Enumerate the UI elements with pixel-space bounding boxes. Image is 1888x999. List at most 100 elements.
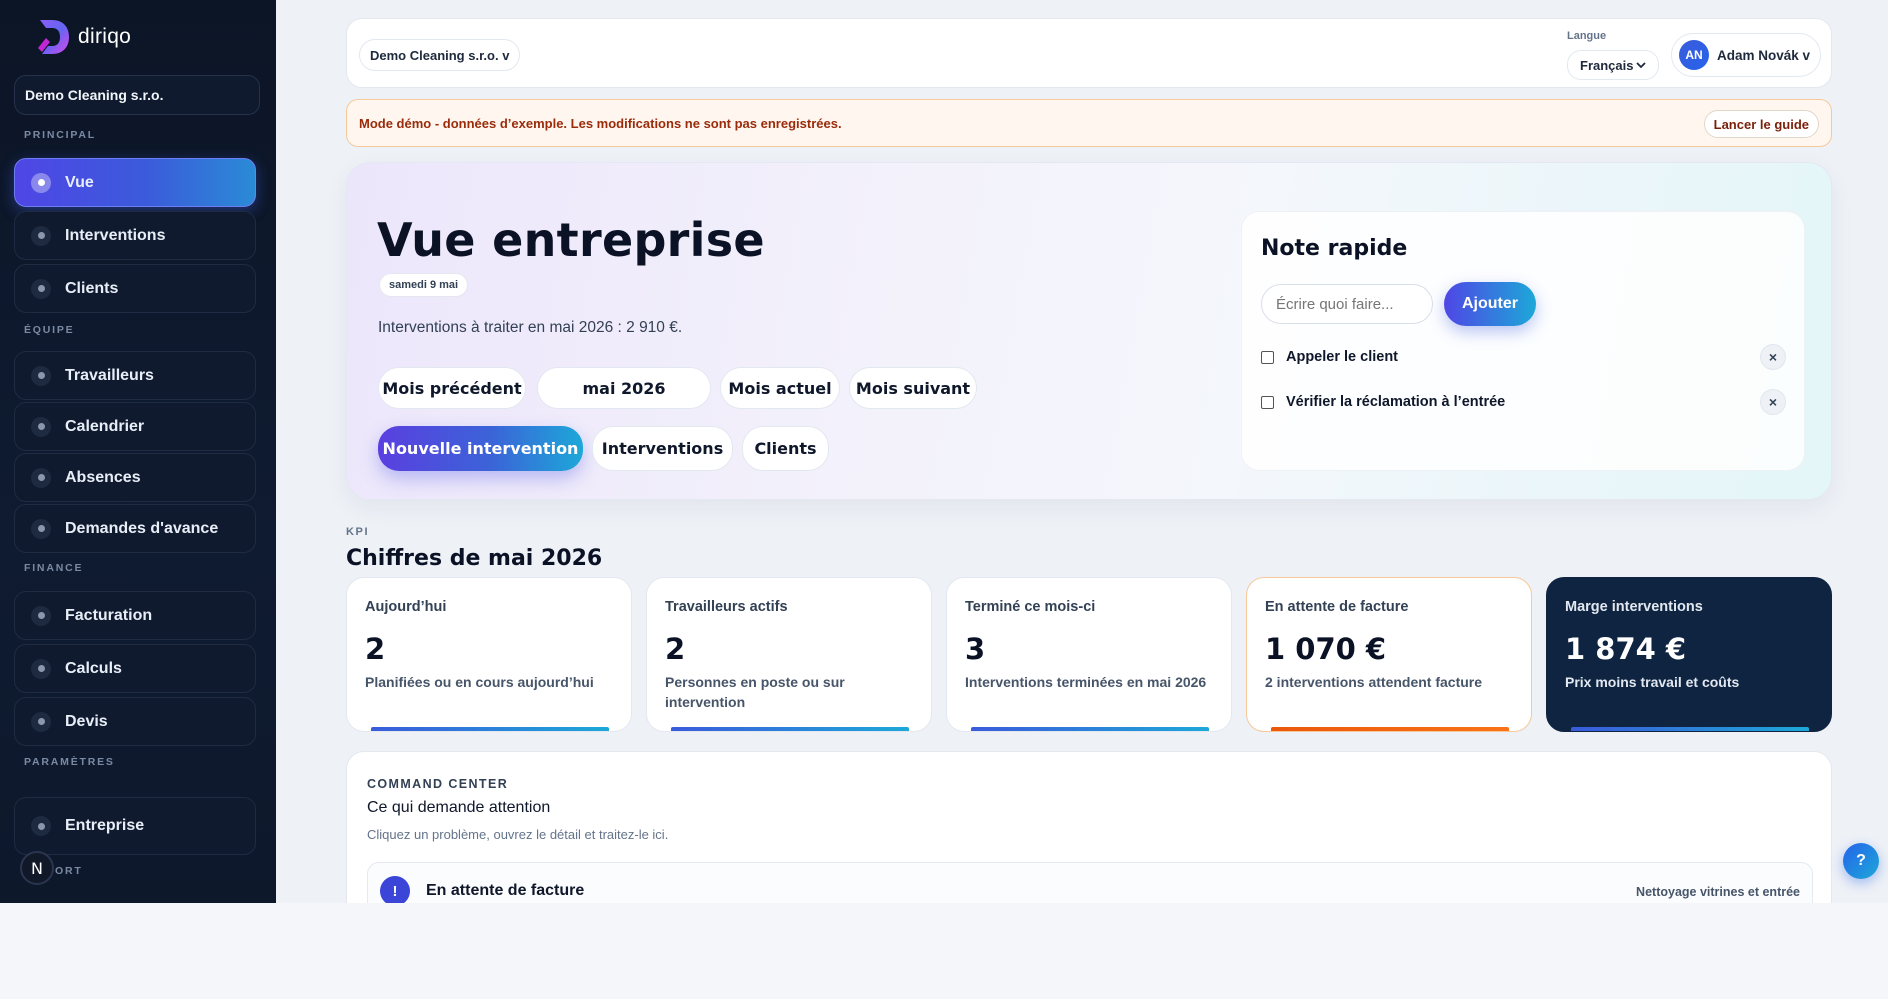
kpi-value: 2 [365, 632, 386, 666]
issue-row[interactable]: ! En attente de facture Nettoyage vitrin… [367, 862, 1813, 903]
sidebar-item-interventions[interactable]: Interventions [14, 211, 256, 260]
kpi-card-today[interactable]: Aujourd’hui 2 Planifiées ou en cours auj… [346, 577, 632, 732]
command-center-subtitle: Cliquez un problème, ouvrez le détail et… [367, 827, 669, 842]
page-title: Vue entreprise [377, 213, 765, 267]
kpi-name: Aujourd’hui [365, 599, 447, 615]
sidebar-item-devis[interactable]: Devis [14, 697, 256, 746]
page-bottom-area [0, 903, 1888, 999]
sidebar-item-demandes-avance[interactable]: Demandes d'avance [14, 504, 256, 553]
next-dev-badge-icon[interactable]: N [20, 851, 54, 885]
sidebar-item-label: Travailleurs [65, 366, 154, 384]
nav-dot-icon [31, 172, 51, 193]
kpi-accent-bar [671, 727, 909, 731]
issue-meta: Nettoyage vitrines et entrée [1636, 885, 1800, 899]
close-icon[interactable]: × [1760, 344, 1786, 370]
sidebar-item-travailleurs[interactable]: Travailleurs [14, 351, 256, 400]
sidebar-item-label: Demandes d'avance [65, 519, 219, 537]
section-principal: PRINCIPAL [24, 129, 97, 141]
kpi-card-margin[interactable]: Marge interventions 1 874 € Prix moins t… [1546, 577, 1832, 732]
kpi-value: 2 [665, 632, 686, 666]
interventions-button[interactable]: Interventions [592, 426, 733, 471]
sidebar-item-clients[interactable]: Clients [14, 264, 256, 313]
nav-dot-icon [31, 518, 51, 539]
next-month-button[interactable]: Mois suivant [849, 367, 977, 409]
language-select[interactable]: Français [1567, 50, 1659, 80]
section-equipe: ÉQUIPE [24, 324, 75, 336]
sidebar-item-vue[interactable]: Vue [14, 158, 256, 207]
kpi-name: Marge interventions [1565, 599, 1703, 615]
current-month-button[interactable]: Mois actuel [720, 367, 840, 409]
sidebar-item-calendrier[interactable]: Calendrier [14, 402, 256, 451]
nav-dot-icon [31, 365, 51, 386]
brand-logo[interactable]: diriqo [36, 18, 131, 56]
kpi-section-title: Chiffres de mai 2026 [346, 546, 603, 571]
sidebar-item-label: Devis [65, 712, 108, 730]
kpi-card-awaiting-invoice[interactable]: En attente de facture 1 070 € 2 interven… [1246, 577, 1532, 732]
note-checkbox[interactable] [1261, 350, 1274, 364]
add-note-button[interactable]: Ajouter [1444, 282, 1536, 326]
sidebar-item-calculs[interactable]: Calculs [14, 644, 256, 693]
issue-title: En attente de facture [426, 882, 585, 899]
sidebar: diriqo Demo Cleaning s.r.o. PRINCIPAL Vu… [0, 0, 276, 903]
sidebar-item-label: Absences [65, 468, 141, 486]
note-checkbox[interactable] [1261, 395, 1274, 409]
kpi-name: En attente de facture [1265, 599, 1409, 615]
note-label: Vérifier la réclamation à l’entrée [1286, 394, 1506, 410]
section-finance: FINANCE [24, 562, 84, 574]
kpi-value: 1 874 € [1565, 632, 1687, 666]
note-label: Appeler le client [1286, 349, 1399, 365]
brand-name: diriqo [78, 25, 132, 48]
kpi-value: 3 [965, 632, 986, 666]
command-center-label: COMMAND CENTER [367, 777, 509, 791]
nav-dot-icon [31, 416, 51, 437]
help-button[interactable]: ? [1843, 843, 1879, 879]
top-bar: Demo Cleaning s.r.o. v Langue Français A… [346, 18, 1832, 88]
previous-month-button[interactable]: Mois précédent [378, 367, 526, 409]
start-guide-button[interactable]: Lancer le guide [1703, 110, 1819, 138]
kpi-accent-bar [971, 727, 1209, 731]
sidebar-item-label: Entreprise [65, 817, 145, 834]
user-name: Adam Novák v [1717, 47, 1811, 63]
kpi-name: Terminé ce mois-ci [965, 599, 1096, 615]
language-value: Français [1580, 57, 1634, 73]
nav-dot-icon [31, 816, 51, 836]
sidebar-item-absences[interactable]: Absences [14, 453, 256, 502]
company-switcher[interactable]: Demo Cleaning s.r.o. [14, 75, 260, 115]
month-picker[interactable]: mai 2026 [537, 367, 711, 409]
kpi-description: Planifiées ou en cours aujourd’hui [365, 674, 594, 690]
section-support: ORT [55, 865, 83, 877]
sidebar-item-entreprise[interactable]: Entreprise [14, 797, 256, 855]
chevron-down-icon [1636, 62, 1646, 69]
kpi-accent-bar [1571, 727, 1809, 731]
kpi-card-active-workers[interactable]: Travailleurs actifs 2 Personnes en poste… [646, 577, 932, 732]
quick-note-input[interactable] [1261, 284, 1433, 324]
diriqo-logo-icon [38, 20, 69, 54]
workspace-switcher[interactable]: Demo Cleaning s.r.o. v [359, 39, 521, 71]
user-menu[interactable]: AN Adam Novák v [1671, 33, 1821, 77]
clients-button[interactable]: Clients [742, 426, 829, 471]
app-window: diriqo Demo Cleaning s.r.o. PRINCIPAL Vu… [0, 0, 1888, 903]
nav-dot-icon [31, 225, 51, 246]
kpi-section-label: KPI [346, 526, 370, 538]
sidebar-item-label: Clients [65, 279, 119, 297]
new-intervention-button[interactable]: Nouvelle intervention [378, 426, 583, 471]
section-parametres: PARAMÈTRES [24, 756, 115, 768]
sidebar-item-facturation[interactable]: Facturation [14, 591, 256, 640]
nav-dot-icon [31, 278, 51, 299]
kpi-accent-bar [1271, 727, 1509, 731]
close-icon[interactable]: × [1760, 389, 1786, 415]
quick-note-title: Note rapide [1261, 236, 1408, 261]
sidebar-item-label: Calculs [65, 659, 122, 677]
sidebar-item-label: Facturation [65, 606, 153, 624]
command-center: COMMAND CENTER Ce qui demande attention … [346, 751, 1832, 903]
kpi-description: Personnes en poste ou sur intervention [665, 674, 845, 711]
alert-icon: ! [380, 876, 410, 903]
language-label: Langue [1567, 30, 1607, 42]
sidebar-item-label: Interventions [65, 226, 166, 244]
note-item: Appeler le client × [1261, 342, 1786, 372]
kpi-description: 2 interventions attendent facture [1265, 674, 1483, 690]
kpi-value: 1 070 € [1265, 632, 1387, 666]
kpi-card-completed[interactable]: Terminé ce mois-ci 3 Interventions termi… [946, 577, 1232, 732]
quick-note-card: Note rapide Ajouter Appeler le client × … [1241, 211, 1805, 471]
demo-banner-text: Mode démo - données d’exemple. Les modif… [359, 116, 842, 131]
